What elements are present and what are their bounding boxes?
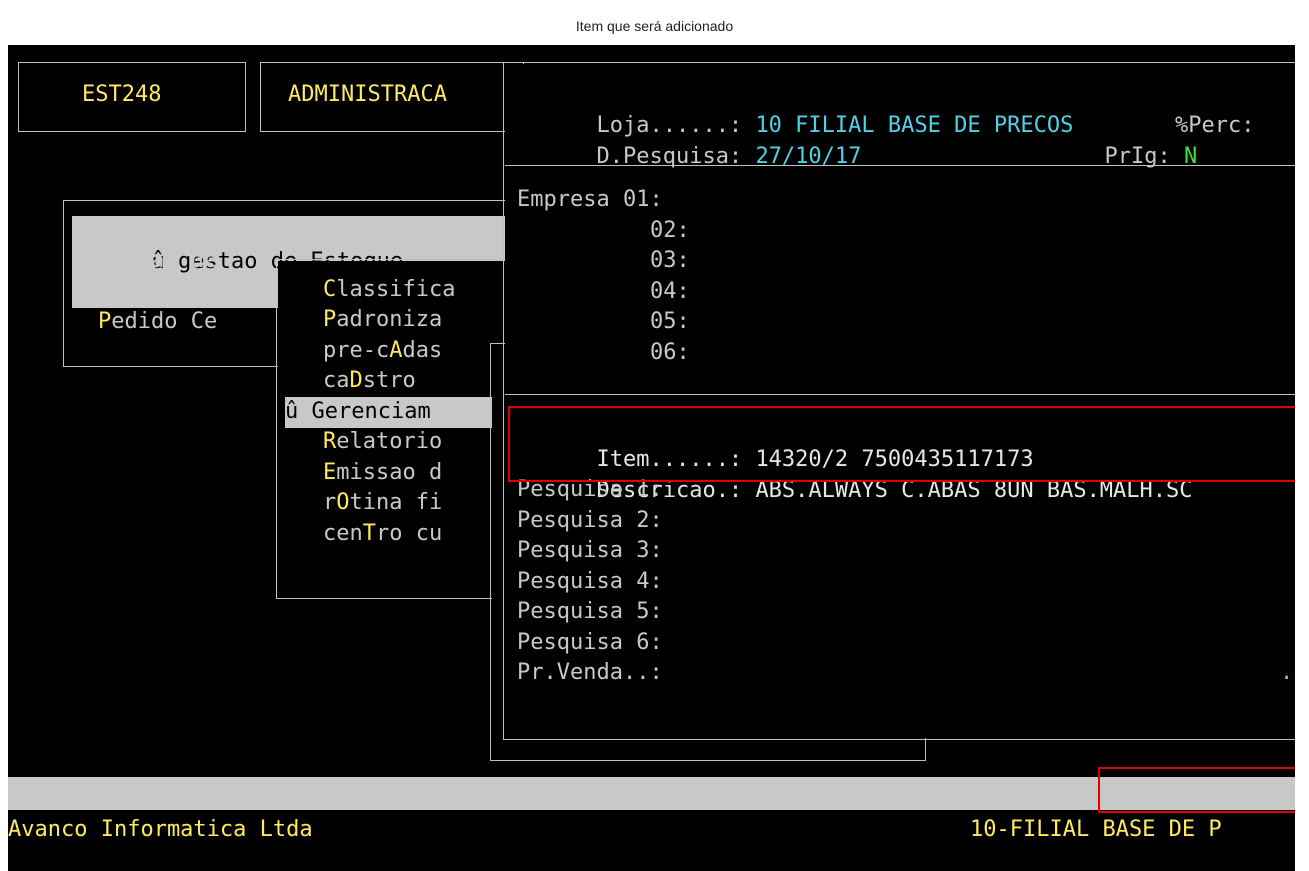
hotkey-letter: D bbox=[349, 368, 363, 393]
sub-menu-item-padroniza[interactable]: Padroniza bbox=[323, 305, 442, 336]
sub-menu: Classifica Padroniza pre-cAdas caDstro û… bbox=[276, 259, 512, 599]
confirm-annotation bbox=[1098, 767, 1295, 813]
sub-menu-item-label: cen bbox=[323, 521, 363, 546]
sub-menu-item-emissao[interactable]: Emissao d bbox=[323, 458, 442, 489]
sub-menu-item-relatorio[interactable]: Relatorio bbox=[323, 427, 442, 458]
hotkey-letter: A bbox=[389, 338, 403, 363]
sub-menu-item-label: tina fi bbox=[349, 490, 443, 515]
hotkey-letter: P bbox=[323, 307, 337, 332]
sub-menu-item-pre-cadas[interactable]: pre-cAdas bbox=[323, 336, 442, 367]
empresa-row-03: 03: bbox=[650, 248, 690, 273]
prvenda-value[interactable]: . bbox=[1280, 658, 1293, 689]
hotkey-letter: E bbox=[323, 460, 337, 485]
hotkey-letter: R bbox=[323, 429, 337, 454]
branch-name: 10-FILIAL BASE DE P bbox=[970, 817, 1222, 842]
company-name: Avanco Informatica Ltda bbox=[8, 817, 313, 842]
sub-menu-item-label: das bbox=[402, 338, 443, 363]
sub-menu-item-rotina[interactable]: rOtina fi bbox=[323, 488, 442, 519]
sub-menu-item-label: û Gerenciam bbox=[285, 399, 431, 424]
sub-menu-item-label: elatorio bbox=[336, 429, 443, 454]
sub-menu-item-centro[interactable]: cenTro cu bbox=[323, 519, 442, 550]
main-menu-item-label: edido Ce bbox=[111, 309, 218, 334]
pesquisa-6-label: Pesquisa 6: bbox=[517, 630, 663, 655]
sub-menu-item-classifica[interactable]: Classifica bbox=[323, 275, 455, 306]
pesquisa-5-label: Pesquisa 5: bbox=[517, 599, 663, 624]
prvenda-label: Pr.Venda..: bbox=[517, 660, 663, 685]
pesquisa-2-label: Pesquisa 2: bbox=[517, 508, 663, 533]
main-menu-item-label: gestao de bbox=[98, 279, 218, 304]
pesquisa-4-label: Pesquisa 4: bbox=[517, 569, 663, 594]
hotkey-letter: O bbox=[336, 490, 350, 515]
main-menu-item-pedido[interactable]: Pedido Ce bbox=[98, 307, 217, 338]
perc-label: %Perc: bbox=[1175, 113, 1255, 138]
main-menu-item-label: gestao de bbox=[98, 248, 218, 273]
sub-menu-item-label: ro cu bbox=[376, 521, 443, 546]
hotkey-letter: C bbox=[323, 277, 337, 302]
empresa-label: Empresa 01: bbox=[517, 187, 663, 212]
system-name: ADMINISTRACA bbox=[288, 82, 447, 107]
program-code-box: EST248 bbox=[18, 62, 246, 132]
sub-menu-item-label: stro bbox=[362, 368, 416, 393]
program-code: EST248 bbox=[82, 82, 162, 107]
caption-text: Item que será adicionado bbox=[575, 18, 734, 34]
sub-menu-item-label: pre-c bbox=[323, 338, 390, 363]
divider bbox=[505, 394, 1295, 395]
system-name-box: ADMINISTRACA bbox=[260, 62, 524, 132]
terminal-window[interactable]: EST248 ADMINISTRACA û gestao de Estoque … bbox=[8, 45, 1295, 871]
sub-menu-item-label: lassifica bbox=[336, 277, 456, 302]
empresa-row-05: 05: bbox=[650, 309, 690, 334]
hotkey-letter: T bbox=[362, 521, 376, 546]
main-menu-item-gestao-2[interactable]: gestao de bbox=[98, 246, 217, 277]
sub-menu-item-label: r bbox=[323, 490, 337, 515]
main-menu-item-gestao-3[interactable]: gestao de bbox=[98, 277, 217, 308]
highlight-annotation bbox=[508, 406, 1295, 482]
empresa-row-06: 06: bbox=[650, 340, 690, 365]
empresa-row-04: 04: bbox=[650, 279, 690, 304]
prig-row: PrIg: N bbox=[1025, 111, 1197, 203]
empresa-row-02: 02: bbox=[650, 218, 690, 243]
pesquisa-3-label: Pesquisa 3: bbox=[517, 538, 663, 563]
divider bbox=[505, 165, 1295, 166]
sub-menu-item-gerenciam[interactable]: û Gerenciam bbox=[285, 397, 505, 428]
sub-menu-item-label: ca bbox=[323, 368, 350, 393]
sub-menu-item-label: missao d bbox=[336, 460, 443, 485]
item-form-panel: Loja......: 10 FILIAL BASE DE PRECOS D.P… bbox=[503, 62, 1295, 740]
hotkey-letter: P bbox=[98, 309, 112, 334]
sub-menu-item-label: adroniza bbox=[336, 307, 443, 332]
sub-menu-item-cadastro[interactable]: caDstro bbox=[323, 366, 416, 397]
